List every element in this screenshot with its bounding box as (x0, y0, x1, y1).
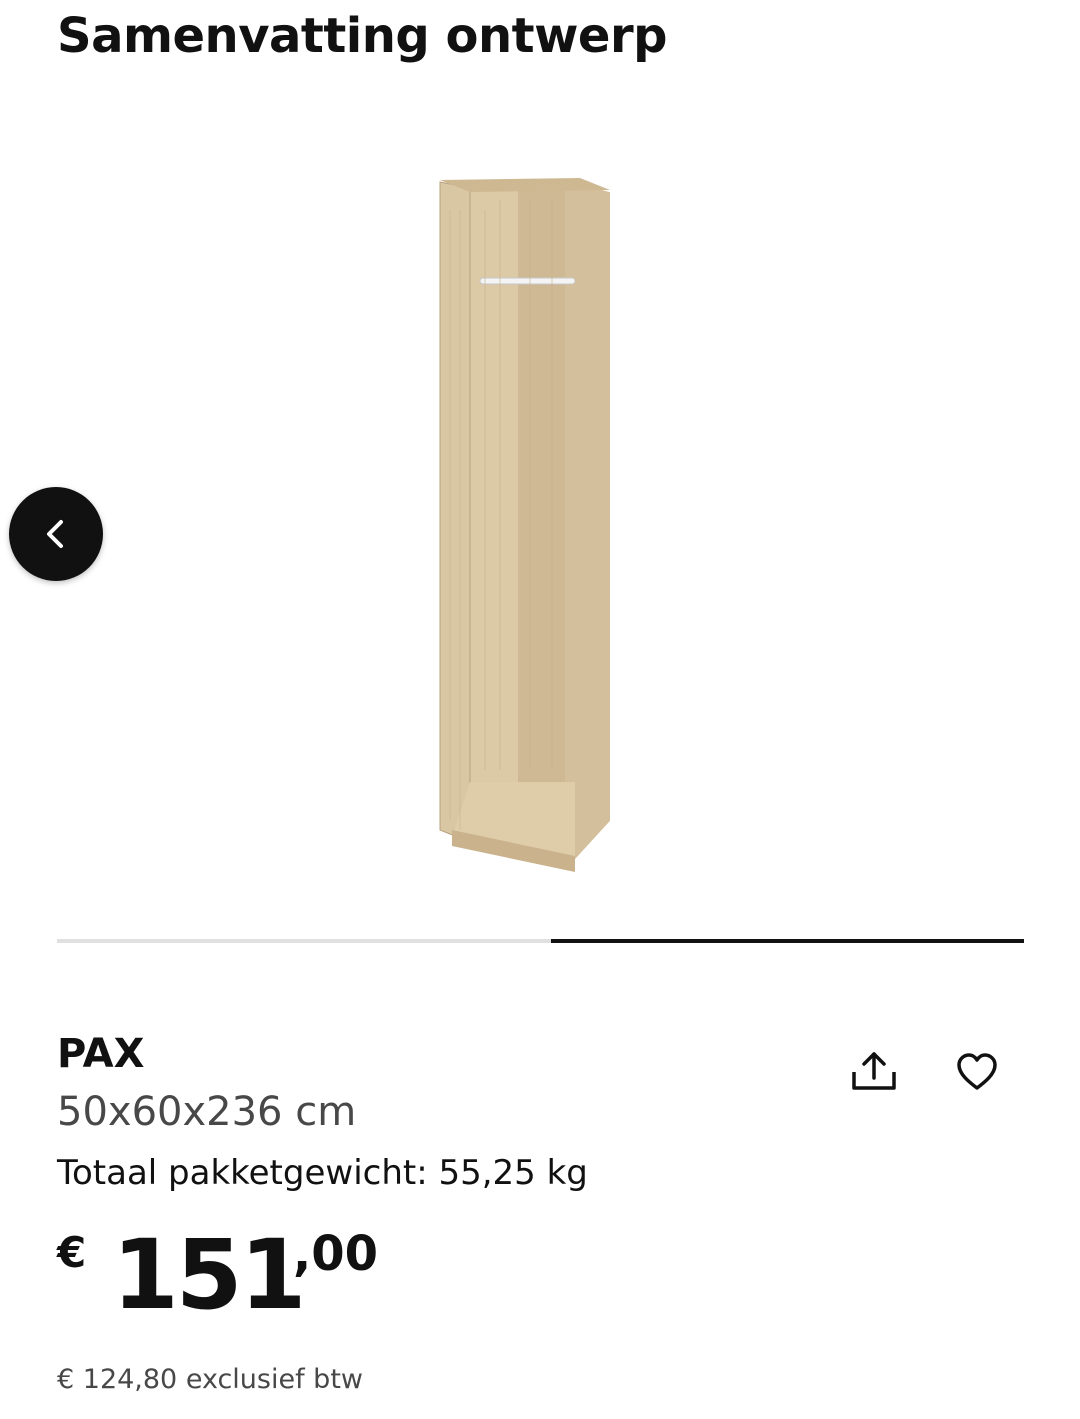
product-image (439, 178, 610, 872)
carousel-back-button[interactable] (9, 487, 103, 581)
favorite-button[interactable] (945, 1040, 1009, 1104)
share-button[interactable] (842, 1040, 906, 1104)
product-weight: Totaal pakketgewicht: 55,25 kg (57, 1153, 588, 1193)
carousel-progress-track (57, 939, 1024, 943)
chevron-left-icon (47, 520, 63, 548)
price-decimal: ,00 (293, 1226, 379, 1282)
carousel-progress-thumb[interactable] (551, 939, 1024, 943)
price-integer: 151 (112, 1219, 306, 1331)
page-title: Samenvatting ontwerp (57, 8, 668, 64)
price-currency: € (57, 1228, 87, 1277)
product-name: PAX (57, 1031, 145, 1077)
share-icon (852, 1052, 896, 1090)
price-excl-vat: € 124,80 exclusief btw (57, 1364, 363, 1395)
heart-icon (957, 1053, 997, 1090)
product-dimensions: 50x60x236 cm (57, 1089, 357, 1135)
